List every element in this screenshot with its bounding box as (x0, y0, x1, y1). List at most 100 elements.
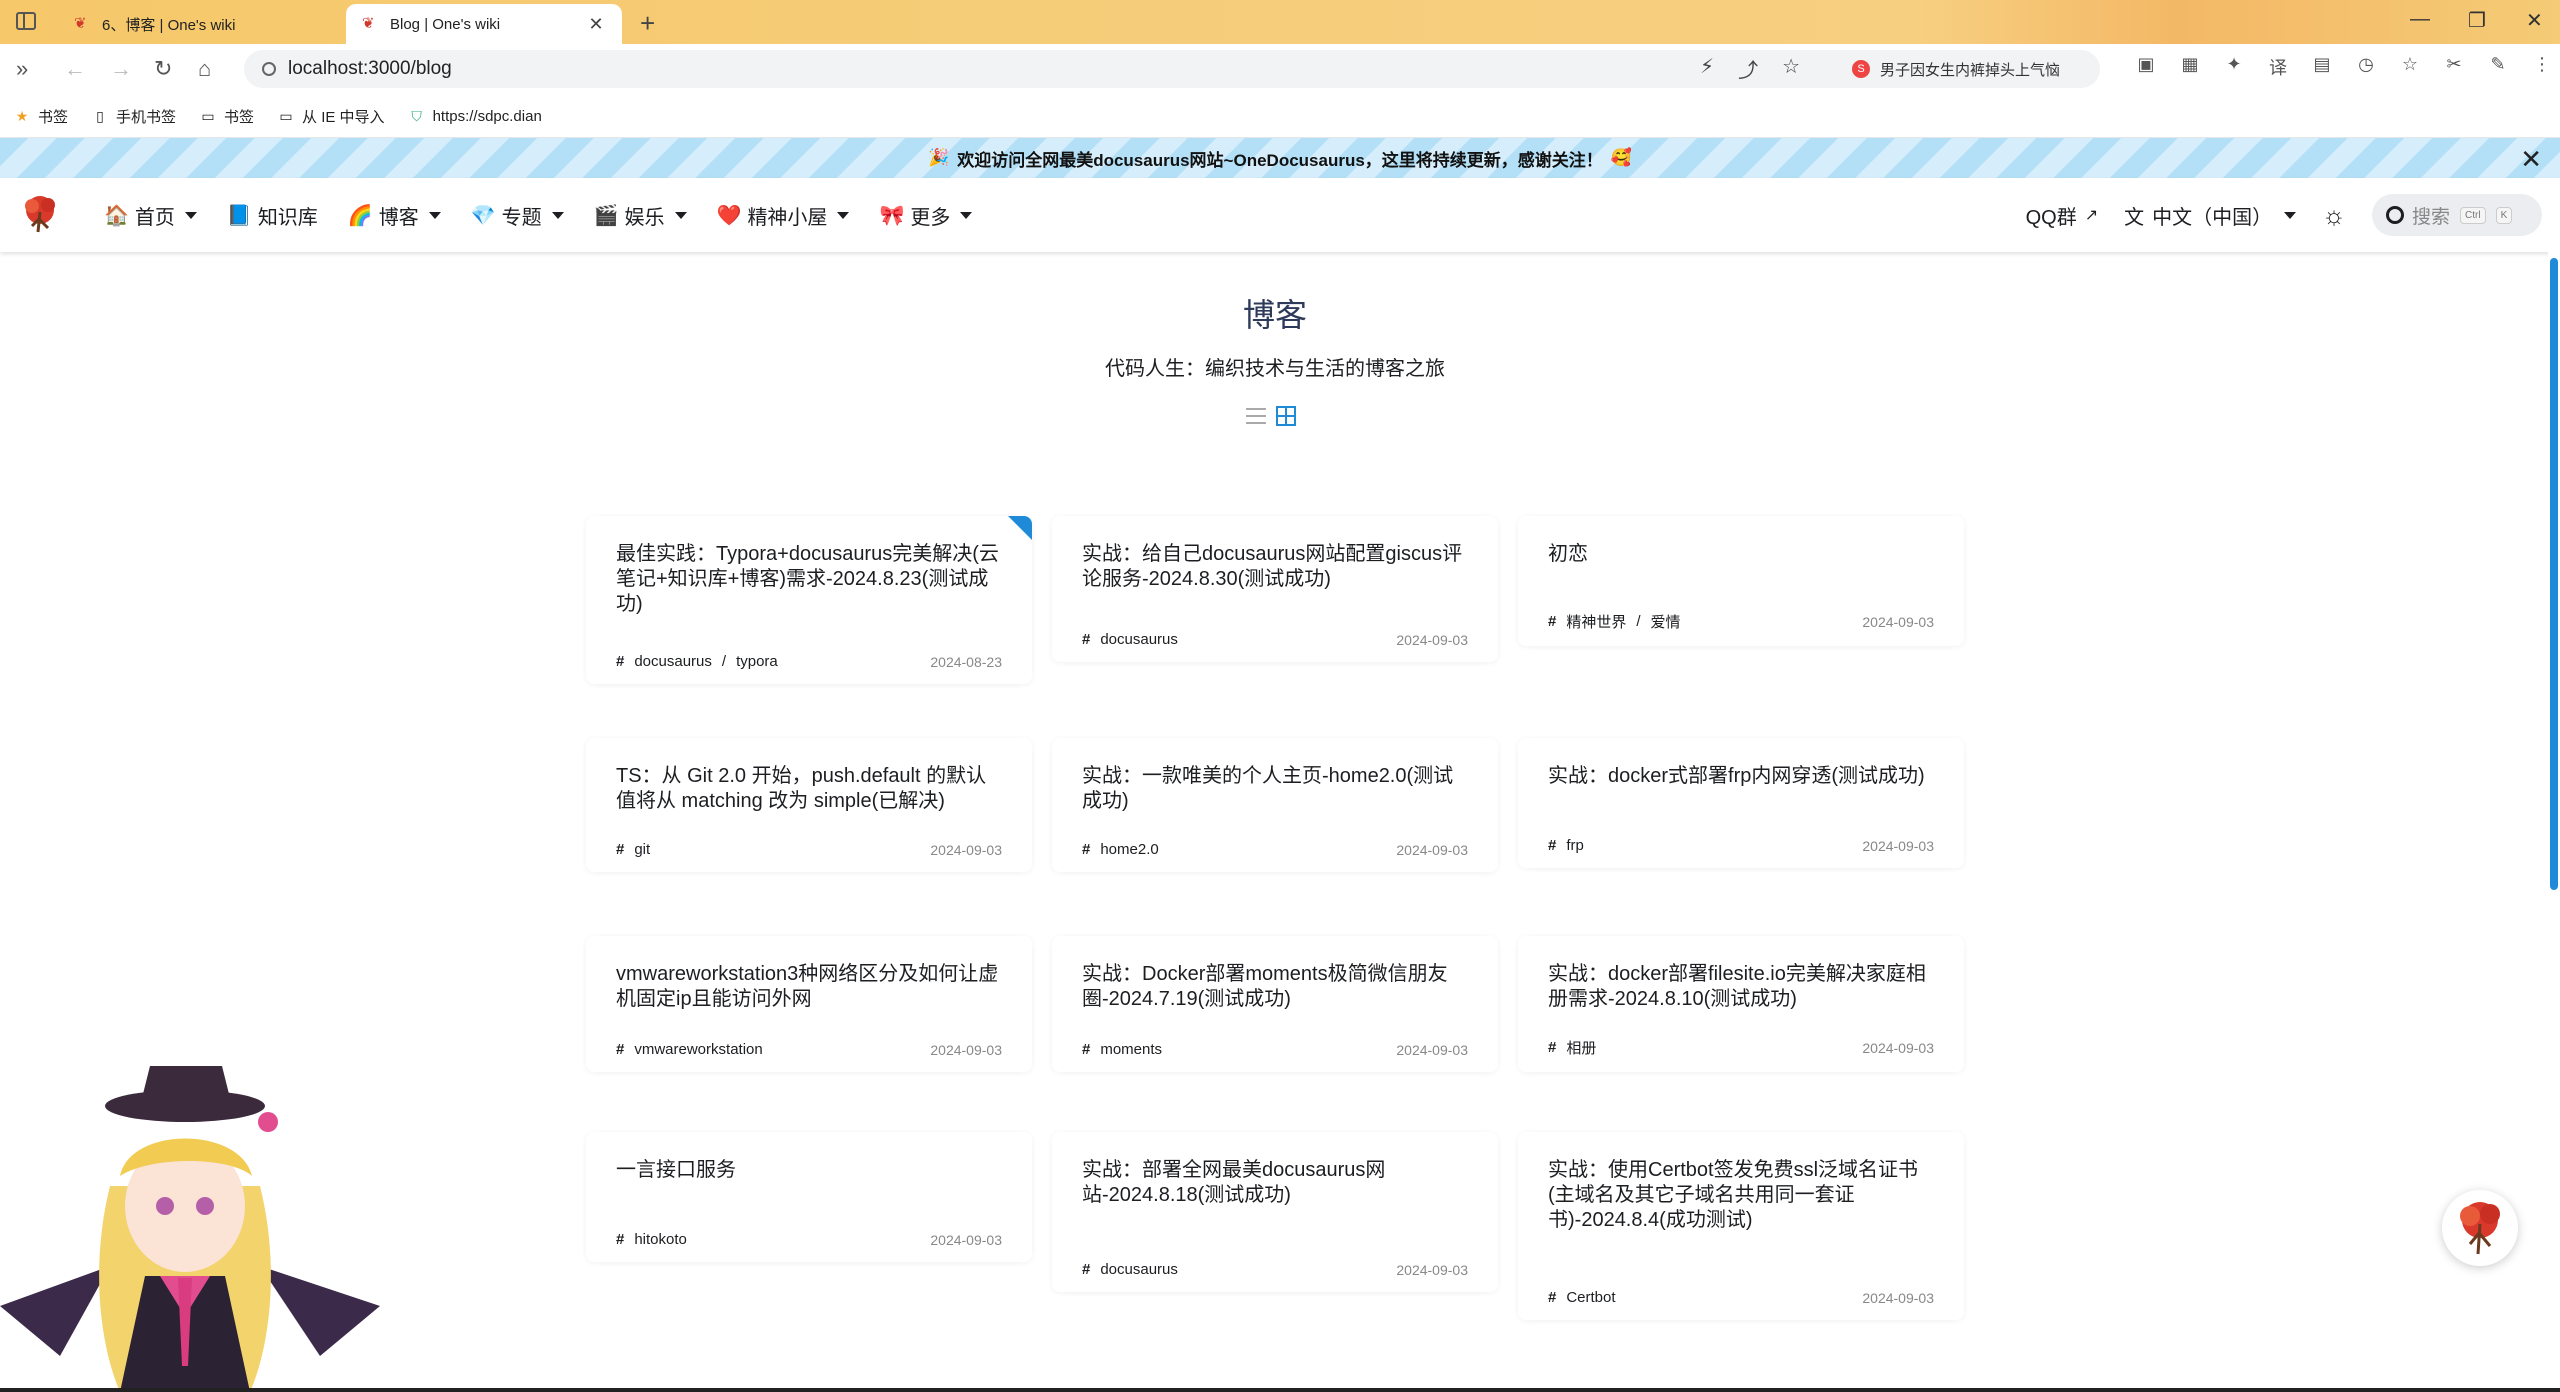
lightning-icon[interactable]: ⚡ (1700, 54, 1714, 83)
post-title[interactable]: 初恋 (1548, 542, 1934, 567)
post-title[interactable]: 实战：docker部署filesite.io完美解决家庭相册需求-2024.8.… (1548, 962, 1934, 1012)
qq-group-link[interactable]: QQ群 ↗ (2026, 201, 2099, 230)
blog-post-card[interactable]: 实战：部署全网最美docusaurus网站-2024.8.18(测试成功) # do… (1052, 1132, 1498, 1292)
extension-icon[interactable]: ▣ (2134, 54, 2158, 80)
post-title[interactable]: 实战：一款唯美的个人主页-home2.0(测试成功) (1082, 764, 1468, 814)
post-meta: # docusaurus / typora 2024-08-23 (616, 653, 1002, 670)
bottom-edge (0, 1388, 2560, 1392)
expand-icon[interactable]: » (16, 56, 28, 82)
bookmark-item[interactable]: ▭ 从 IE 中导入 (278, 106, 384, 127)
post-tag[interactable]: docusaurus (634, 653, 712, 670)
nav-topics[interactable]: 💎 专题 (471, 201, 564, 230)
floating-logo-button[interactable] (2442, 1190, 2518, 1266)
theme-toggle[interactable]: ☼ (2322, 200, 2346, 231)
post-tags: # docusaurus (1082, 631, 1178, 648)
address-bar[interactable]: localhost:3000/blog ⚡ ⤴ ☆ (244, 50, 2100, 88)
site-logo[interactable] (18, 192, 62, 236)
scrollbar-thumb[interactable] (2550, 258, 2558, 890)
blog-post-card[interactable]: 实战：使用Certbot签发免费ssl泛域名证书(主域名及其它子域名共用同一套证… (1518, 1132, 1964, 1320)
history-icon[interactable]: ◷ (2354, 54, 2378, 80)
favorite-star-icon[interactable]: ☆ (1782, 54, 1800, 83)
post-meta: # home2.0 2024-09-03 (1082, 841, 1468, 858)
post-title[interactable]: 最佳实践：Typora+docusaurus完美解决(云笔记+知识库+博客)需求… (616, 542, 1002, 617)
forward-icon[interactable]: → (110, 56, 132, 82)
blog-post-card[interactable]: 一言接口服务 # hitokoto 2024-09-03 (586, 1132, 1032, 1262)
post-tag[interactable]: vmwareworkstation (634, 1041, 762, 1058)
bookmark-item[interactable]: ⛉ https://sdpc.dian (409, 108, 541, 125)
post-tag[interactable]: home2.0 (1100, 841, 1158, 858)
grid-view-icon[interactable] (1276, 406, 1296, 426)
sidebar-toggle-icon[interactable] (16, 12, 36, 30)
pen-icon[interactable]: ✎ (2486, 54, 2510, 80)
post-title[interactable]: vmwareworkstation3种网络区分及如何让虚机固定ip且能访问外网 (616, 962, 1002, 1012)
post-tag[interactable]: git (634, 841, 650, 858)
home-icon[interactable]: ⌂ (198, 56, 211, 82)
blog-post-card[interactable]: vmwareworkstation3种网络区分及如何让虚机固定ip且能访问外网 #… (586, 936, 1032, 1072)
post-tag[interactable]: 相册 (1566, 1037, 1596, 1058)
browser-tab-1[interactable]: ❦ 6、博客 | One's wiki (58, 4, 342, 44)
post-tag[interactable]: moments (1100, 1041, 1162, 1058)
more-icon[interactable]: ⋮ (2530, 54, 2554, 80)
window-close-icon[interactable]: ✕ (2526, 8, 2543, 33)
qr-icon[interactable]: ▦ (2178, 54, 2202, 80)
nav-entertainment[interactable]: 🎬 娱乐 (594, 201, 687, 230)
restore-icon[interactable]: ❐ (2468, 8, 2486, 33)
bird-icon[interactable]: ✦ (2222, 54, 2246, 80)
scissors-icon[interactable]: ✂ (2442, 54, 2466, 80)
hot-search[interactable]: S 男子因女生内裤掉头上气恼 (1852, 52, 2102, 86)
blog-post-card[interactable]: TS：从 Git 2.0 开始，push.default 的默认值将从 matc… (586, 738, 1032, 872)
blog-post-card[interactable]: 实战：docker部署filesite.io完美解决家庭相册需求-2024.8.… (1518, 936, 1964, 1072)
post-date: 2024-09-03 (1862, 837, 1934, 854)
post-tag[interactable]: 精神世界 (1566, 611, 1626, 632)
blog-post-card[interactable]: 实战：一款唯美的个人主页-home2.0(测试成功) # home2.0 2024-0… (1052, 738, 1498, 872)
post-tag[interactable]: Certbot (1566, 1289, 1615, 1306)
nav-more[interactable]: 🎀 更多 (879, 201, 973, 230)
close-tab-icon[interactable]: ✕ (586, 14, 606, 35)
bookmark-item[interactable]: ★ 书签 (14, 106, 68, 127)
post-date: 2024-09-03 (1862, 1289, 1934, 1306)
post-title[interactable]: 实战：使用Certbot签发免费ssl泛域名证书(主域名及其它子域名共用同一套证… (1548, 1158, 1934, 1233)
bookmark-item[interactable]: ▭ 书签 (200, 106, 254, 127)
browser-tab-title: Blog | One's wiki (390, 15, 501, 33)
nav-blog[interactable]: 🌈 博客 (348, 201, 441, 230)
blog-post-card[interactable]: 实战：给自己docusaurus网站配置giscus评论服务-2024.8.30… (1052, 516, 1498, 662)
post-tag[interactable]: docusaurus (1100, 1261, 1178, 1278)
site-search-button[interactable]: 搜索 Ctrl K (2372, 194, 2542, 236)
post-tag[interactable]: typora (736, 653, 778, 670)
close-announcement-icon[interactable]: ✕ (2520, 144, 2542, 175)
post-tag[interactable]: docusaurus (1100, 631, 1178, 648)
nav-spirit-house[interactable]: ❤️ 精神小屋 (717, 201, 850, 230)
post-tag[interactable]: 爱情 (1651, 611, 1681, 632)
post-title[interactable]: 实战：部署全网最美docusaurus网站-2024.8.18(测试成功) (1082, 1158, 1468, 1208)
minimize-icon[interactable]: — (2410, 8, 2430, 31)
post-title[interactable]: 实战：docker式部署frp内网穿透(测试成功) (1548, 764, 1934, 789)
post-title[interactable]: 实战：给自己docusaurus网站配置giscus评论服务-2024.8.30… (1082, 542, 1468, 592)
browser-tab-2[interactable]: ❦ Blog | One's wiki ✕ (346, 4, 622, 44)
post-title[interactable]: 一言接口服务 (616, 1158, 1002, 1183)
post-tag[interactable]: hitokoto (634, 1231, 687, 1248)
translate-icon[interactable]: 译 (2266, 54, 2290, 80)
post-tag[interactable]: frp (1566, 837, 1584, 854)
post-title[interactable]: 实战：Docker部署moments极简微信朋友圈-2024.7.19(测试成功… (1082, 962, 1468, 1012)
pdf-icon[interactable]: ▤ (2310, 54, 2334, 80)
bookmark-item[interactable]: ▯ 手机书签 (92, 106, 176, 127)
new-tab-icon[interactable]: + (640, 8, 655, 39)
back-icon[interactable]: ← (64, 56, 86, 82)
share-icon[interactable]: ⤴ (1738, 54, 1758, 83)
nav-knowledge[interactable]: 📘 知识库 (227, 201, 318, 230)
folder-icon: ▭ (201, 108, 215, 124)
blog-post-card[interactable]: 实战：Docker部署moments极简微信朋友圈-2024.7.19(测试成功… (1052, 936, 1498, 1072)
hashtag-icon: # (1082, 841, 1091, 858)
announcement-text: 欢迎访问全网最美docusaurus网站~OneDocusaurus，这里将持续… (957, 150, 1603, 170)
reload-icon[interactable]: ↻ (154, 56, 172, 82)
post-title[interactable]: TS：从 Git 2.0 开始，push.default 的默认值将从 matc… (616, 764, 1002, 814)
favorites-icon[interactable]: ☆ (2398, 54, 2422, 80)
blog-post-card[interactable]: 实战：docker式部署frp内网穿透(测试成功) # frp 2024-09-03 (1518, 738, 1964, 868)
locale-dropdown[interactable]: 文中文（中国） (2124, 201, 2297, 230)
list-view-icon[interactable] (1246, 408, 1266, 424)
page-subtitle: 代码人生：编织技术与生活的博客之旅 (1105, 358, 1445, 380)
post-date: 2024-09-03 (1862, 613, 1934, 630)
blog-post-card[interactable]: 最佳实践：Typora+docusaurus完美解决(云笔记+知识库+博客)需求… (586, 516, 1032, 684)
nav-home[interactable]: 🏠 首页 (104, 201, 197, 230)
blog-post-card[interactable]: 初恋 # 精神世界 / 爱情 2024-09-03 (1518, 516, 1964, 646)
